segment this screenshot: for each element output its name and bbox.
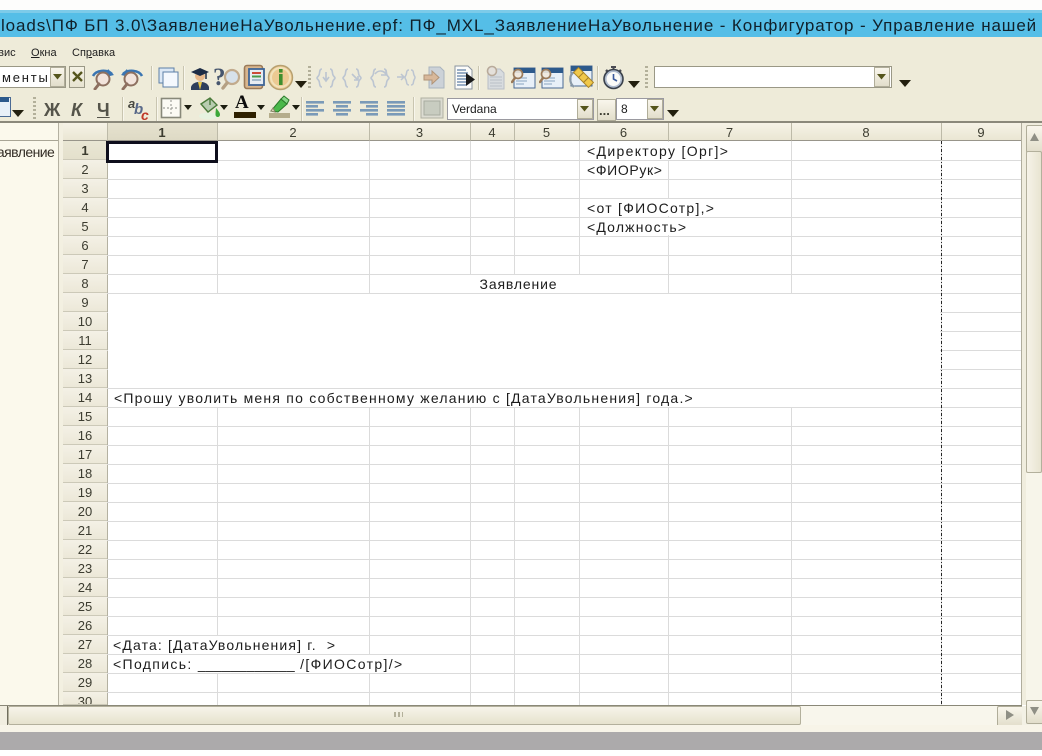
svg-text:c: c — [141, 107, 149, 121]
